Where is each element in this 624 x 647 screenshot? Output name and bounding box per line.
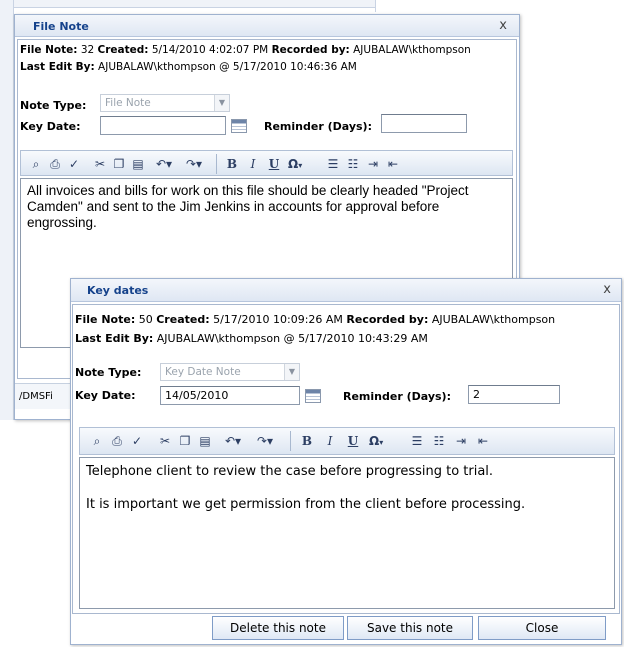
note-type-select[interactable]: Key Date Note ▼ (160, 363, 300, 381)
editor-toolbar: ⌕ ⎙ ✓ ✂ ❐ ▤ ↶▾ ↷▾ B I U Ω▾ ☰ ☷ ⇥ ⇤ (20, 150, 513, 176)
key-date-label: Key Date: (20, 120, 81, 133)
created-value: 5/14/2010 4:02:07 PM (148, 44, 272, 56)
editor-toolbar: ⌕ ⎙ ✓ ✂ ❐ ▤ ↶▾ ↷▾ B I U Ω▾ ☰ ☷ ⇥ ⇤ (79, 427, 615, 455)
paste-icon[interactable]: ▤ (131, 156, 145, 172)
recorded-by-value: AJUBALAW\kthompson (428, 313, 556, 326)
outdent-icon[interactable]: ⇤ (476, 433, 490, 449)
printer-icon[interactable]: ⎙ (110, 433, 124, 449)
delete-note-button[interactable]: Delete this note (212, 616, 344, 640)
note-type-label: Note Type: (20, 99, 87, 112)
file-note-titlebar[interactable]: File Note x (15, 15, 519, 37)
paste-icon[interactable]: ▤ (198, 433, 212, 449)
indent-icon[interactable]: ⇥ (366, 156, 380, 172)
note-paragraph: It is important we get permission from t… (86, 497, 526, 512)
binoculars-icon[interactable]: ⌕ (29, 156, 43, 172)
recorded-by-label: Recorded by: (271, 44, 350, 56)
chevron-down-icon[interactable]: ▼ (214, 95, 229, 111)
calendar-icon[interactable] (305, 389, 321, 403)
underline-button[interactable]: U (267, 156, 281, 172)
close-button[interactable]: Close (478, 616, 606, 640)
background-app-strip (0, 0, 375, 8)
status-path: /DMSFi (19, 391, 53, 402)
italic-button[interactable]: I (246, 156, 260, 172)
reminder-input[interactable]: 2 (468, 385, 560, 404)
last-edit-label: Last Edit By: (75, 332, 154, 345)
reminder-label: Reminder (Days): (343, 390, 451, 403)
spellcheck-icon[interactable]: ✓ (67, 156, 81, 172)
copy-icon[interactable]: ❐ (112, 156, 126, 172)
outdent-icon[interactable]: ⇤ (386, 156, 400, 172)
note-text-editor[interactable]: Telephone client to review the case befo… (79, 457, 615, 609)
recorded-by-value: AJUBALAW\kthompson (349, 44, 471, 56)
created-label: Created: (156, 313, 210, 326)
note-paragraph: Telephone client to review the case befo… (86, 464, 494, 479)
symbol-button[interactable]: Ω▾ (288, 156, 302, 172)
key-dates-dialog: Key dates x File Note: 50 Created: 5/17/… (70, 278, 622, 645)
background-app-divider (375, 0, 376, 12)
created-value: 5/17/2010 10:09:26 AM (209, 313, 347, 326)
indent-icon[interactable]: ⇥ (454, 433, 468, 449)
background-app-sidebar (0, 0, 14, 420)
last-edit-value: AJUBALAW\kthompson @ 5/17/2010 10:46:36 … (94, 61, 357, 73)
underline-button[interactable]: U (346, 433, 360, 449)
omega-icon: Ω (369, 434, 380, 448)
dialog-title: Key dates (87, 284, 149, 297)
copy-icon[interactable]: ❐ (178, 433, 192, 449)
reminder-label: Reminder (Days): (264, 120, 372, 133)
note-meta-line2: Last Edit By: AJUBALAW\kthompson @ 5/17/… (20, 61, 357, 73)
note-type-select[interactable]: File Note ▼ (100, 94, 230, 112)
binoculars-icon[interactable]: ⌕ (90, 433, 104, 449)
symbol-button[interactable]: Ω▾ (369, 433, 383, 449)
recorded-by-label: Recorded by: (346, 313, 429, 326)
close-icon[interactable]: x (499, 18, 507, 33)
italic-button[interactable]: I (323, 433, 337, 449)
created-label: Created: (97, 44, 149, 56)
omega-icon: Ω (288, 157, 299, 171)
spellcheck-icon[interactable]: ✓ (130, 433, 144, 449)
note-type-value: File Note (105, 97, 151, 109)
note-meta-line2: Last Edit By: AJUBALAW\kthompson @ 5/17/… (75, 332, 428, 345)
undo-icon[interactable]: ↶▾ (225, 433, 241, 449)
key-date-input[interactable] (100, 116, 226, 135)
reminder-input[interactable] (381, 114, 467, 133)
note-type-label: Note Type: (75, 366, 142, 379)
note-meta-line1: File Note: 32 Created: 5/14/2010 4:02:07… (20, 44, 471, 56)
note-type-value: Key Date Note (165, 366, 241, 378)
ordered-list-icon[interactable]: ☰ (326, 156, 340, 172)
toolbar-separator (290, 431, 291, 451)
file-note-label: File Note: (20, 44, 78, 56)
save-note-button[interactable]: Save this note (347, 616, 473, 640)
last-edit-value: AJUBALAW\kthompson @ 5/17/2010 10:43:29 … (153, 332, 428, 345)
redo-icon[interactable]: ↷▾ (257, 433, 273, 449)
ordered-list-icon[interactable]: ☰ (410, 433, 424, 449)
bullet-list-icon[interactable]: ☷ (432, 433, 446, 449)
chevron-down-icon[interactable]: ▼ (284, 364, 299, 380)
printer-icon[interactable]: ⎙ (48, 156, 62, 172)
key-date-label: Key Date: (75, 389, 136, 402)
file-note-number: 50 (135, 313, 157, 326)
toolbar-separator (216, 154, 217, 174)
dialog-title: File Note (33, 20, 89, 33)
file-note-label: File Note: (75, 313, 136, 326)
note-meta-line1: File Note: 50 Created: 5/17/2010 10:09:2… (75, 313, 555, 326)
key-dates-body: File Note: 50 Created: 5/17/2010 10:09:2… (72, 304, 620, 614)
key-dates-titlebar[interactable]: Key dates x (71, 279, 621, 302)
scissors-icon[interactable]: ✂ (93, 156, 107, 172)
bold-button[interactable]: B (225, 156, 239, 172)
calendar-icon[interactable] (231, 119, 247, 133)
close-icon[interactable]: x (603, 282, 611, 297)
redo-icon[interactable]: ↷▾ (186, 156, 202, 172)
last-edit-label: Last Edit By: (20, 61, 95, 73)
scissors-icon[interactable]: ✂ (158, 433, 172, 449)
file-note-number: 32 (77, 44, 98, 56)
bold-button[interactable]: B (300, 433, 314, 449)
bullet-list-icon[interactable]: ☷ (346, 156, 360, 172)
undo-icon[interactable]: ↶▾ (156, 156, 172, 172)
key-date-input[interactable]: 14/05/2010 (160, 386, 300, 405)
